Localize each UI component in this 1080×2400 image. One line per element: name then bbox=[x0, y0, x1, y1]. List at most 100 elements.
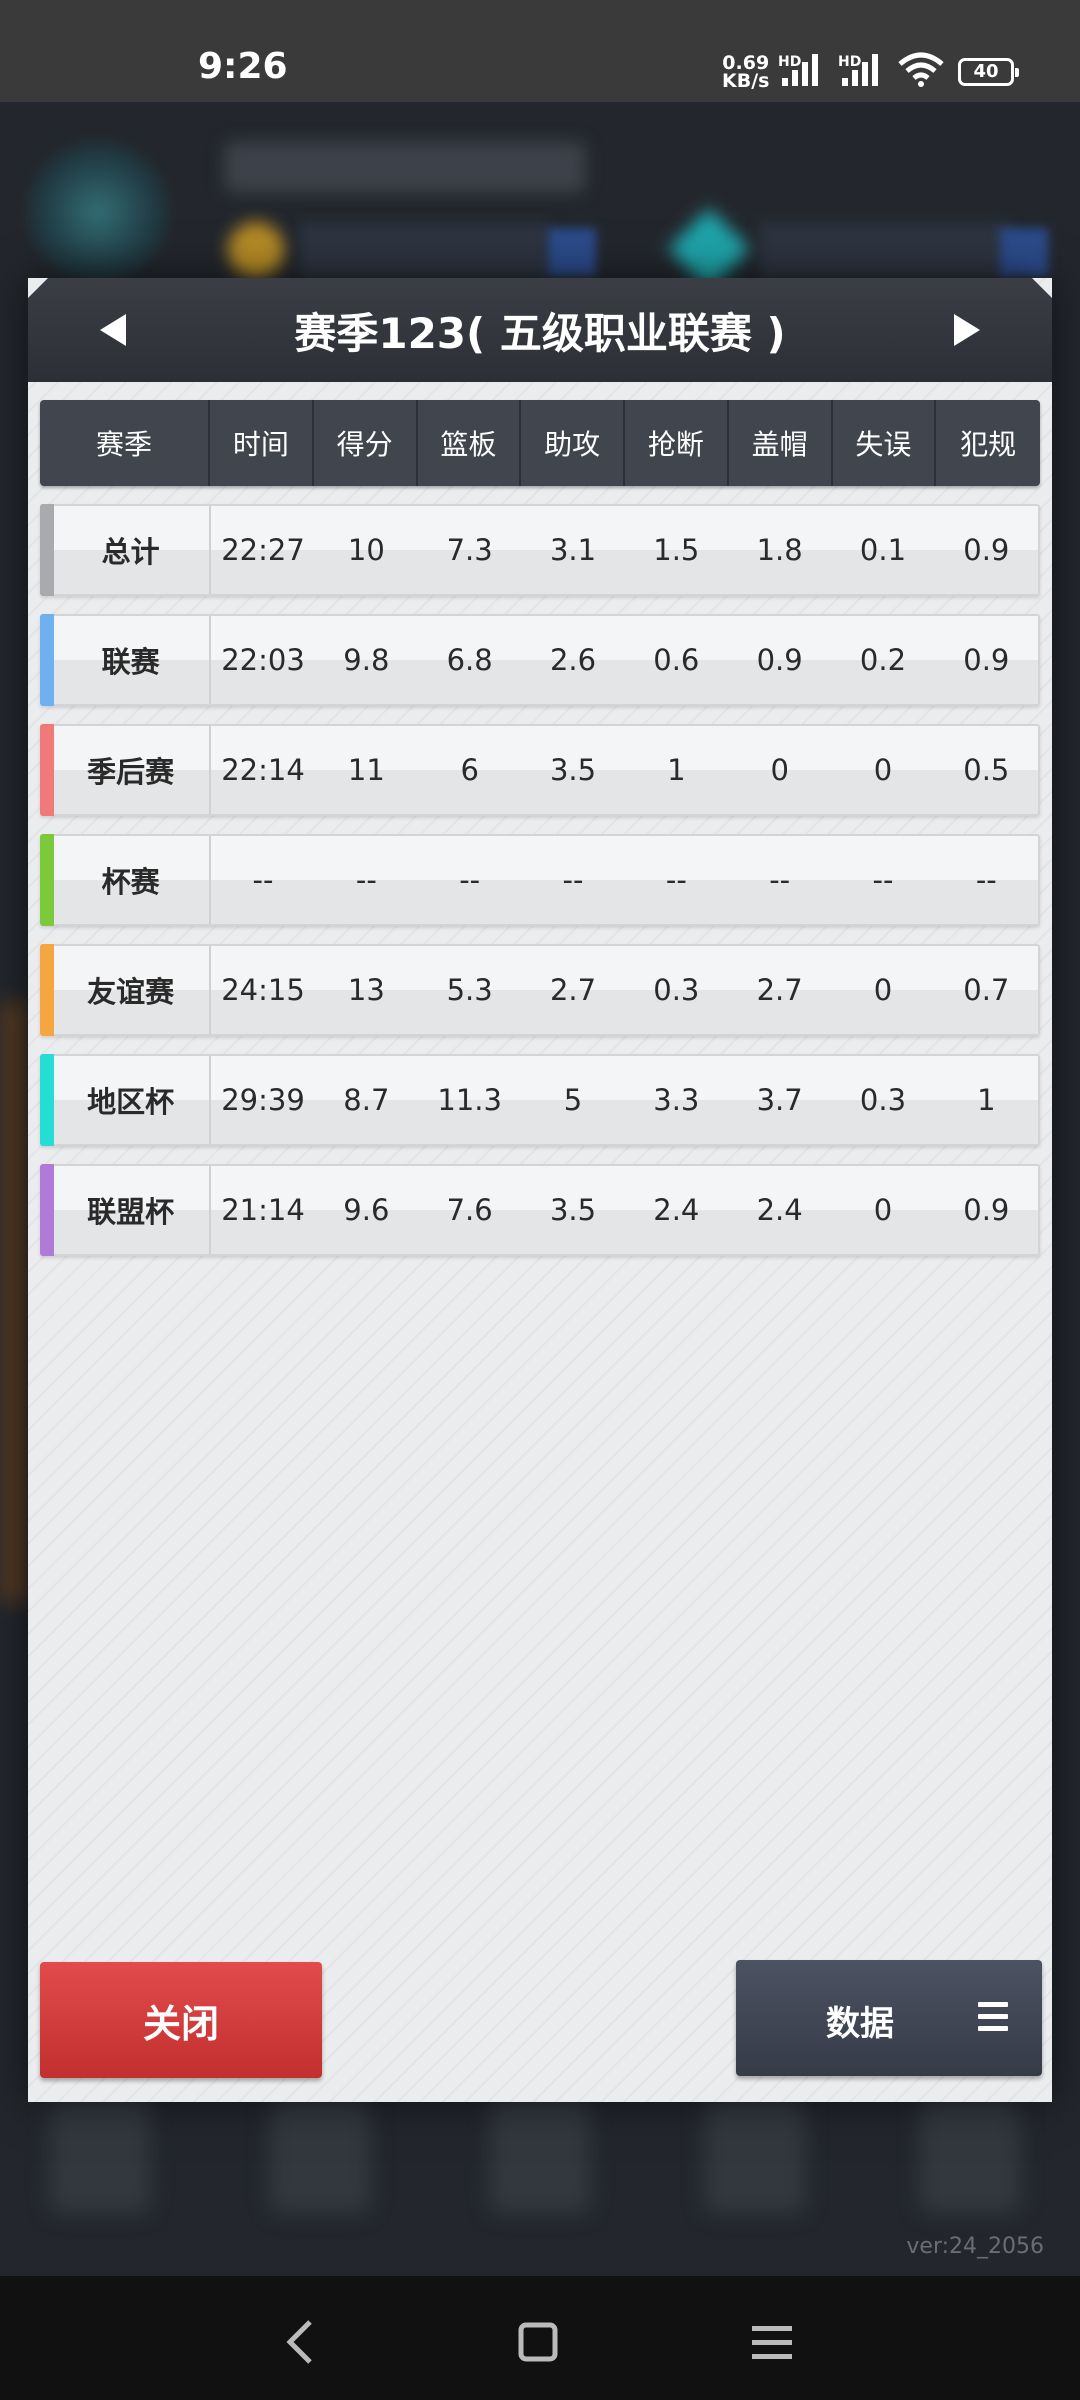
table-cell: 0.2 bbox=[859, 643, 907, 677]
data-menu-button[interactable]: 数据 bbox=[736, 1960, 1042, 2076]
column-header: 犯规 bbox=[960, 428, 1017, 461]
dialog-title: 赛季123( 五级职业联赛 ) bbox=[294, 309, 786, 358]
table-cell: 5.3 bbox=[446, 973, 493, 1007]
row-color-marker bbox=[40, 724, 54, 816]
battery-icon: 40 bbox=[958, 58, 1019, 86]
table-cell: 2.6 bbox=[549, 643, 597, 677]
table-cell: 0 bbox=[873, 1193, 893, 1227]
network-speed: 0.69 KB/s bbox=[722, 54, 770, 92]
data-button-label: 数据 bbox=[826, 2004, 894, 2044]
table-cell: 11 bbox=[347, 753, 385, 787]
table-cell: 22:03 bbox=[221, 643, 305, 677]
table-cell: 22:27 bbox=[221, 533, 305, 567]
table-cell: 7.6 bbox=[446, 1193, 493, 1227]
hamburger-menu-icon bbox=[978, 2002, 1008, 2032]
row-color-marker bbox=[40, 944, 54, 1036]
coin-icon bbox=[228, 222, 284, 278]
table-cell: 0.9 bbox=[756, 643, 803, 677]
column-header: 抢断 bbox=[625, 400, 729, 486]
table-row: 地区杯 29:39 8.7 11.3 5 3.3 3.7 0.3 1 bbox=[40, 1054, 1040, 1146]
table-cell: 0.7 bbox=[963, 973, 1010, 1007]
dialog-header: 赛季123( 五级职业联赛 ) bbox=[28, 278, 1052, 382]
row-category-label: 季后赛 bbox=[42, 726, 212, 814]
table-cell: 6.8 bbox=[446, 643, 493, 677]
table-cell: -- bbox=[252, 863, 274, 897]
table-cell: 11.3 bbox=[437, 1083, 502, 1117]
table-cell: 0.5 bbox=[963, 753, 1010, 787]
row-color-marker bbox=[40, 1054, 54, 1146]
row-category-label: 总计 bbox=[42, 506, 212, 594]
signal-icon-2 bbox=[842, 54, 878, 86]
table-cell: 6 bbox=[460, 753, 479, 787]
column-header: 得分 bbox=[314, 400, 418, 486]
table-cell: 2.7 bbox=[549, 973, 597, 1007]
table-cell: 3.1 bbox=[549, 533, 597, 567]
table-cell: 3.7 bbox=[756, 1083, 803, 1117]
plus-icon bbox=[1000, 228, 1048, 276]
table-row: 季后赛 22:14 11 6 3.5 1 0 0 0.5 bbox=[40, 724, 1040, 816]
table-cell: -- bbox=[975, 863, 997, 897]
table-cell: 0.9 bbox=[963, 1193, 1010, 1227]
table-row: 联赛 22:03 9.8 6.8 2.6 0.6 0.9 0.2 0.9 bbox=[40, 614, 1040, 706]
close-button[interactable]: 关闭 bbox=[40, 1962, 322, 2078]
background-nav-item bbox=[270, 2092, 370, 2212]
background-coin-bar bbox=[300, 222, 550, 278]
table-cell: 8.7 bbox=[343, 1083, 390, 1117]
table-cell: -- bbox=[562, 863, 584, 897]
table-cell: 0 bbox=[873, 973, 893, 1007]
table-body: 总计 22:27 10 7.3 3.1 1.5 1.8 0.1 0.9 联赛 22:03 9.8 6.8… bbox=[40, 504, 1040, 1256]
table-cell: 3.3 bbox=[653, 1083, 700, 1117]
table-cell: 0.9 bbox=[963, 533, 1010, 567]
column-header: 时间 bbox=[210, 400, 314, 486]
row-category-label: 联盟杯 bbox=[42, 1166, 212, 1254]
column-header: 失误 bbox=[833, 400, 937, 486]
table-cell: 2.4 bbox=[756, 1193, 803, 1227]
row-color-marker bbox=[40, 504, 54, 596]
table-cell: -- bbox=[769, 863, 791, 897]
background-nav-item bbox=[920, 2092, 1020, 2212]
row-category-label: 地区杯 bbox=[42, 1056, 212, 1144]
background-nav-item bbox=[705, 2092, 805, 2212]
row-category-label: 友谊赛 bbox=[42, 946, 212, 1034]
system-nav-bar bbox=[0, 2276, 1080, 2400]
row-color-marker bbox=[40, 1164, 54, 1256]
table-cell: 1 bbox=[667, 753, 686, 787]
table-cell: 3.5 bbox=[549, 1193, 597, 1227]
next-season-icon[interactable] bbox=[954, 314, 980, 346]
home-square-icon[interactable] bbox=[508, 2312, 568, 2372]
signal-icon-1 bbox=[782, 54, 818, 86]
table-cell: -- bbox=[459, 863, 481, 897]
table-cell: 24:15 bbox=[221, 973, 305, 1007]
status-time: 9:26 bbox=[198, 46, 288, 87]
column-header: 篮板 bbox=[418, 400, 522, 486]
table-row: 友谊赛 24:15 13 5.3 2.7 0.3 2.7 0 0.7 bbox=[40, 944, 1040, 1036]
table-cell: 1.8 bbox=[756, 533, 803, 567]
column-header: 赛季 bbox=[40, 400, 210, 486]
table-cell: 9.8 bbox=[343, 643, 390, 677]
background-avatar bbox=[28, 142, 168, 282]
recents-menu-icon[interactable] bbox=[742, 2312, 802, 2372]
column-header: 助攻 bbox=[521, 400, 625, 486]
row-color-marker bbox=[40, 834, 54, 926]
table-cell: 0.3 bbox=[653, 973, 700, 1007]
table-cell: 22:14 bbox=[221, 753, 305, 787]
table-cell: 13 bbox=[347, 973, 385, 1007]
background-glow bbox=[0, 1002, 28, 1602]
table-cell: -- bbox=[665, 863, 687, 897]
table-cell: 0 bbox=[770, 753, 789, 787]
background-gem-bar bbox=[760, 222, 1010, 278]
table-cell: 9.6 bbox=[343, 1193, 390, 1227]
wifi-icon bbox=[898, 52, 944, 87]
background-nav-item bbox=[50, 2092, 150, 2212]
table-cell: 0.9 bbox=[963, 643, 1010, 677]
table-cell: 7.3 bbox=[446, 533, 493, 567]
table-cell: 0.1 bbox=[859, 533, 907, 567]
network-speed-unit: KB/s bbox=[722, 70, 770, 92]
table-cell: -- bbox=[872, 863, 894, 897]
table-cell: 0 bbox=[873, 753, 893, 787]
season-stats-dialog: 赛季123( 五级职业联赛 ) 赛季 时间 得分 篮板 助攻 抢断 盖帽 失误 犯规 总计 22:… bbox=[28, 278, 1052, 2102]
back-chevron-icon[interactable] bbox=[272, 2312, 332, 2372]
version-label: ver:24_2056 bbox=[906, 2234, 1044, 2259]
stats-table: 赛季 时间 得分 篮板 助攻 抢断 盖帽 失误 犯规 总计 22:27 10 7.3 3.1 1.5 1.8… bbox=[40, 400, 1040, 1256]
table-header: 赛季 时间 得分 篮板 助攻 抢断 盖帽 失误 犯规 bbox=[40, 400, 1040, 486]
